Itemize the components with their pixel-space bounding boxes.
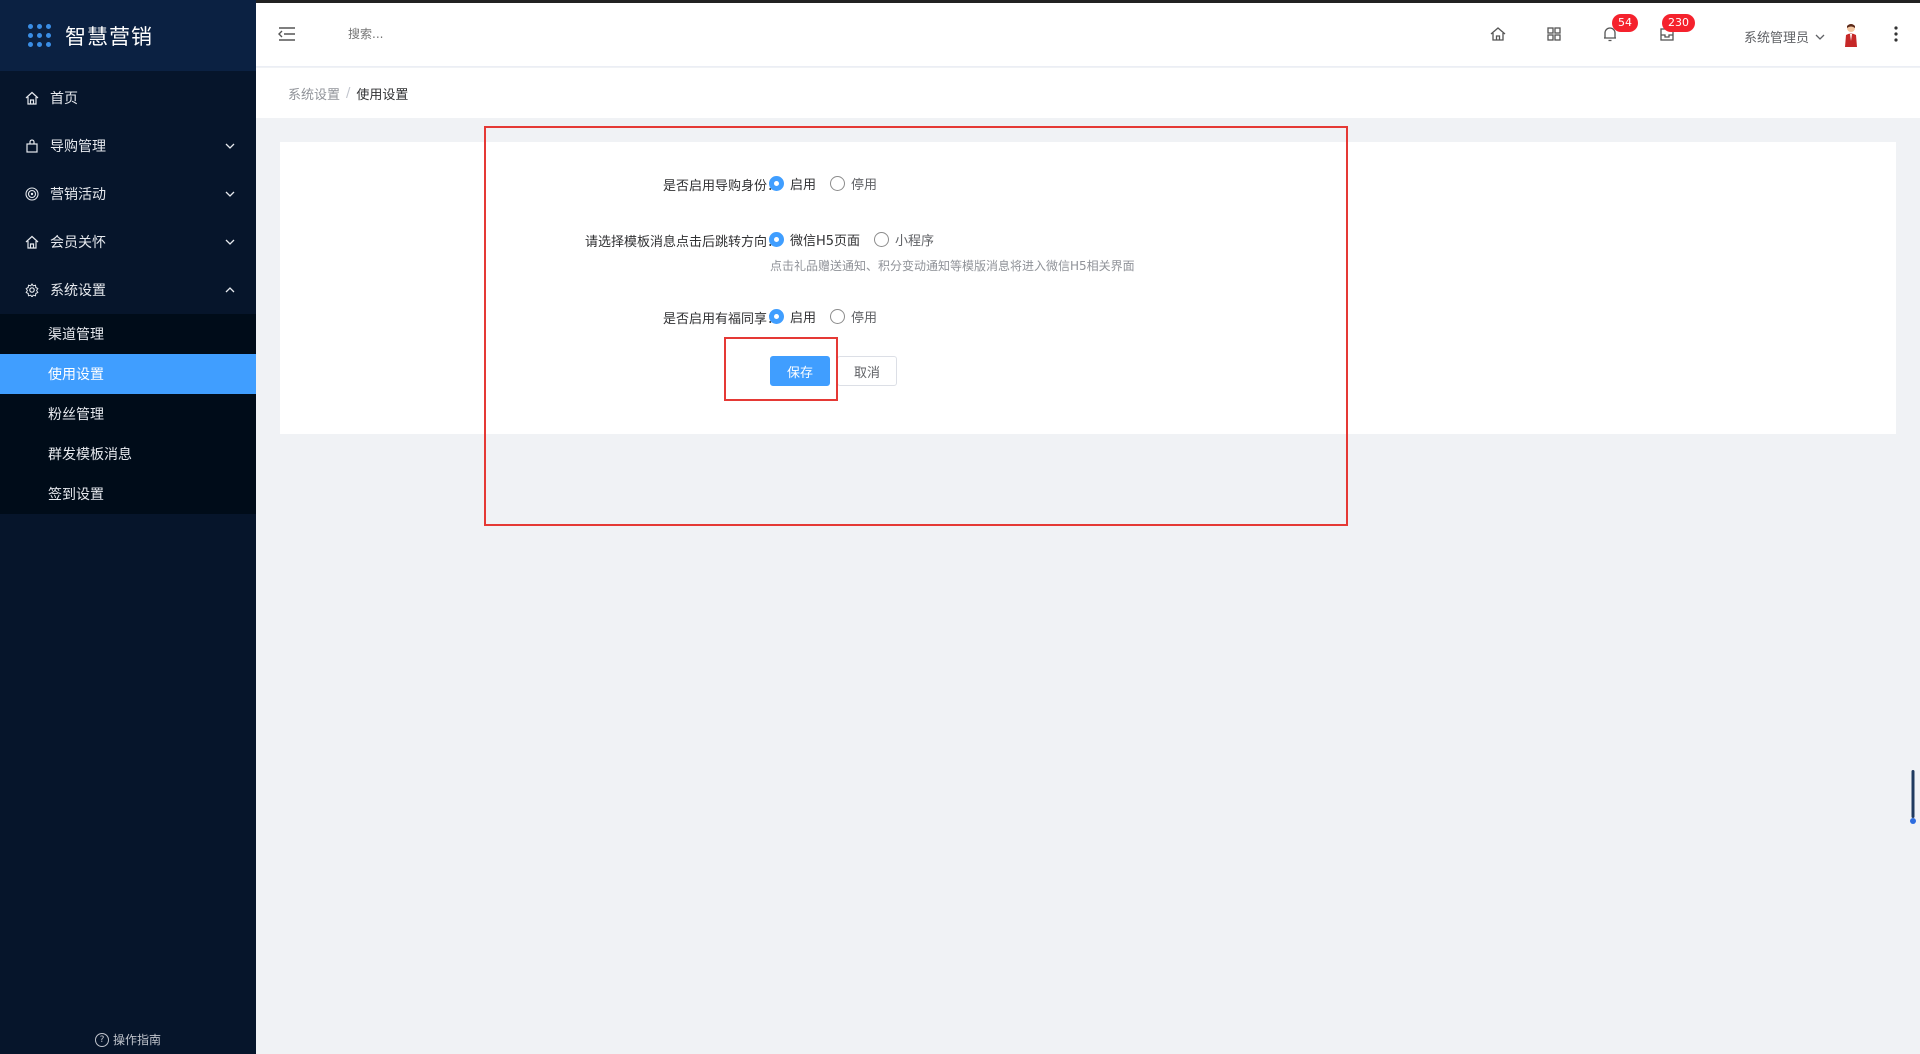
breadcrumb-bar: 系统设置 / 使用设置 xyxy=(256,68,1920,118)
more-vertical-icon[interactable] xyxy=(1894,25,1898,43)
apps-grid-icon xyxy=(28,24,51,47)
sidebar-item-label: 营销活动 xyxy=(50,187,106,203)
notifications-badge: 54 xyxy=(1612,14,1638,32)
sidebar-item-label: 会员关怀 xyxy=(50,235,106,251)
sidebar-subitem-channel[interactable]: 渠道管理 xyxy=(0,314,256,354)
template-redirect-hint: 点击礼品赠送通知、积分变动通知等模版消息将进入微信H5相关界面 xyxy=(770,259,1135,273)
sidebar-item-label: 首页 xyxy=(50,91,78,107)
sidebar-item-home[interactable]: 首页 xyxy=(0,74,256,122)
sidebar: 智慧营销 首页 导购管理 营销活动 会员关怀 系统设置 渠道管理 使用设置 粉丝… xyxy=(0,0,256,1054)
chevron-up-icon xyxy=(225,287,235,293)
user-name: 系统管理员 xyxy=(1744,31,1810,46)
brand-name: 智慧营销 xyxy=(65,24,153,49)
template-redirect-label: 请选择模板消息点击后跳转方向： xyxy=(584,235,780,250)
share-blessing-radio-on[interactable]: 启用 xyxy=(769,307,816,326)
user-menu[interactable]: 系统管理员 xyxy=(1744,27,1826,46)
share-blessing-radio-off[interactable]: 停用 xyxy=(830,307,877,326)
home-icon xyxy=(24,234,40,250)
bag-icon xyxy=(24,138,40,154)
sidebar-subitem-checkin[interactable]: 签到设置 xyxy=(0,474,256,514)
target-icon xyxy=(24,186,40,202)
template-redirect-radio-h5[interactable]: 微信H5页面 xyxy=(769,230,860,249)
sidebar-item-label: 导购管理 xyxy=(50,139,106,155)
guide-identity-radio-on[interactable]: 启用 xyxy=(769,174,816,193)
brand[interactable]: 智慧营销 xyxy=(0,0,256,71)
breadcrumb-current: 使用设置 xyxy=(356,88,409,103)
share-blessing-radio-group: 启用 停用 xyxy=(769,307,891,326)
system-settings-submenu: 渠道管理 使用设置 粉丝管理 群发模板消息 签到设置 xyxy=(0,314,256,514)
sidebar-item-marketing[interactable]: 营销活动 xyxy=(0,170,256,218)
guide-identity-radio-group: 启用 停用 xyxy=(769,174,891,193)
chevron-down-icon xyxy=(1815,34,1825,40)
search-input[interactable] xyxy=(348,27,548,41)
sidebar-subitem-fans[interactable]: 粉丝管理 xyxy=(0,394,256,434)
chevron-down-icon xyxy=(225,143,235,149)
grid-icon[interactable] xyxy=(1545,25,1563,43)
guide-identity-label: 是否启用导购身份： xyxy=(662,179,780,194)
menu-collapse-icon[interactable] xyxy=(278,26,296,42)
chevron-down-icon xyxy=(225,191,235,197)
breadcrumb-separator: / xyxy=(346,86,351,101)
sidebar-item-guide-management[interactable]: 导购管理 xyxy=(0,122,256,170)
save-button[interactable]: 保存 xyxy=(770,356,830,386)
gear-icon xyxy=(24,282,40,298)
sidebar-item-label: 系统设置 xyxy=(50,283,106,299)
home-icon xyxy=(24,90,40,106)
guide-label: 操作指南 xyxy=(112,1033,161,1047)
sidebar-item-member-care[interactable]: 会员关怀 xyxy=(0,218,256,266)
question-icon: ? xyxy=(94,1032,109,1047)
guide-link[interactable]: ? 操作指南 xyxy=(0,1031,256,1048)
scrollbar-thumb[interactable] xyxy=(1910,770,1916,826)
settings-card: 是否启用导购身份： 启用 停用 请选择模板消息点击后跳转方向： 微信H5页面 小… xyxy=(280,142,1896,434)
template-redirect-radio-miniprogram[interactable]: 小程序 xyxy=(874,230,934,249)
guide-identity-radio-off[interactable]: 停用 xyxy=(830,174,877,193)
sidebar-subitem-template-message[interactable]: 群发模板消息 xyxy=(0,434,256,474)
chevron-down-icon xyxy=(225,239,235,245)
cancel-button[interactable]: 取消 xyxy=(837,356,897,386)
template-redirect-radio-group: 微信H5页面 小程序 xyxy=(769,230,948,249)
top-header: 54 230 系统管理员 xyxy=(256,3,1920,67)
breadcrumb-parent[interactable]: 系统设置 xyxy=(288,84,340,103)
messages-badge: 230 xyxy=(1662,14,1695,32)
breadcrumb: 系统设置 / 使用设置 xyxy=(288,84,408,103)
sidebar-item-system-settings[interactable]: 系统设置 xyxy=(0,266,256,314)
home-icon[interactable] xyxy=(1489,25,1507,43)
avatar[interactable] xyxy=(1843,23,1859,47)
sidebar-subitem-usage-settings[interactable]: 使用设置 xyxy=(0,354,256,394)
share-blessing-label: 是否启用有福同享： xyxy=(662,312,780,327)
